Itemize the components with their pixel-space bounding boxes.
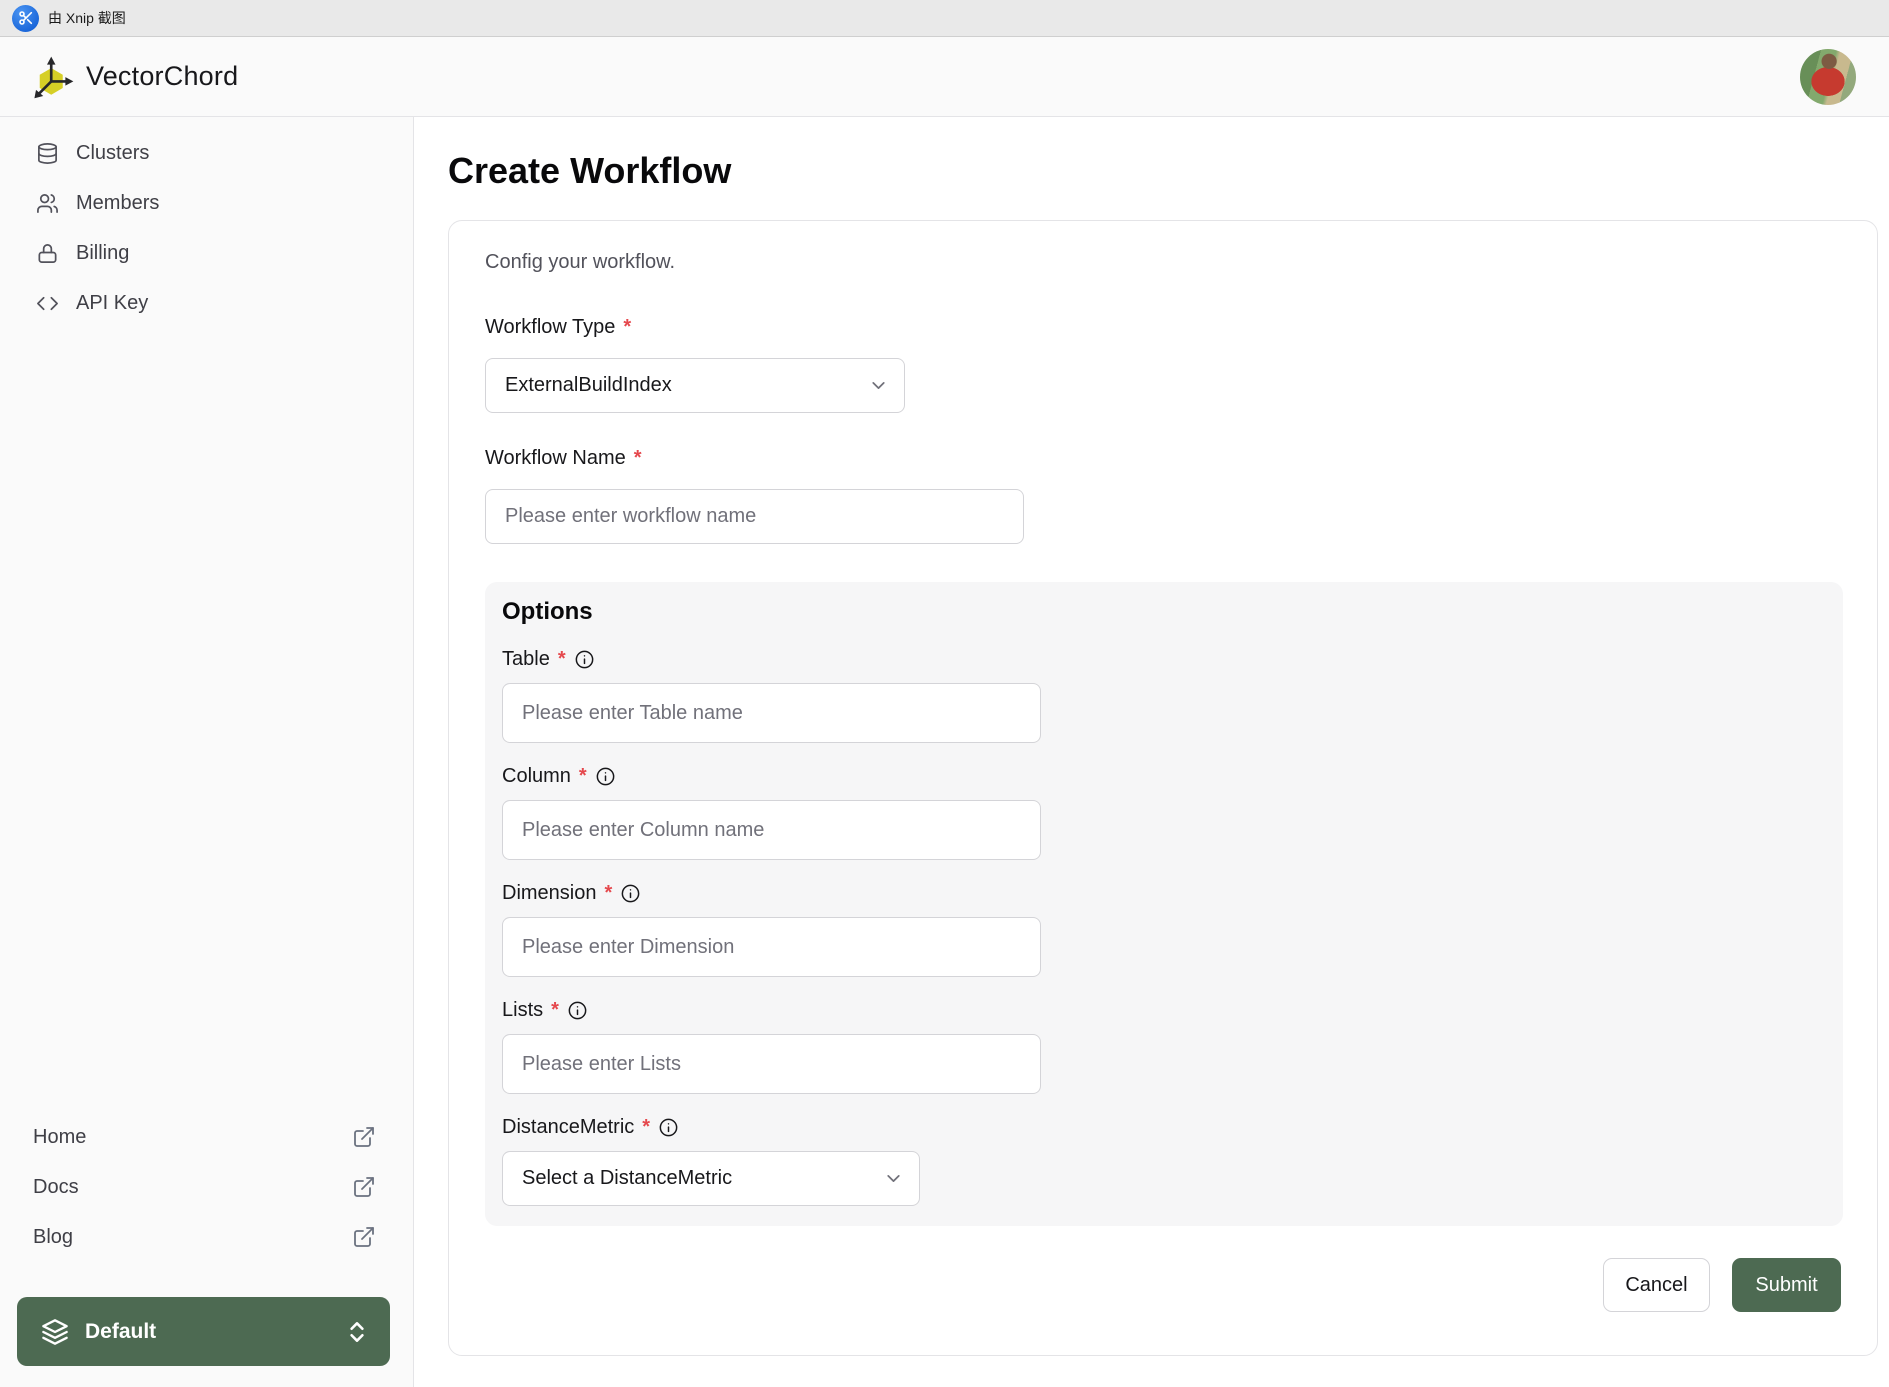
- sidebar-item-label: API Key: [76, 291, 149, 314]
- footer-link-label: Home: [33, 1125, 87, 1148]
- workflow-type-field: Workflow Type * ExternalBuildIndex: [485, 316, 1841, 413]
- project-switcher[interactable]: Default: [17, 1297, 390, 1366]
- external-link-icon: [352, 1225, 376, 1249]
- required-asterisk: *: [642, 1116, 651, 1138]
- info-icon[interactable]: [567, 1000, 588, 1021]
- brand-name: VectorChord: [86, 61, 239, 91]
- lists-input[interactable]: [502, 1034, 1041, 1094]
- footer-link-blog[interactable]: Blog: [0, 1212, 413, 1262]
- user-avatar[interactable]: [1800, 48, 1856, 105]
- vectorchord-logo-icon: [30, 52, 76, 102]
- external-link-icon: [352, 1175, 376, 1199]
- required-asterisk: *: [633, 447, 642, 469]
- sidebar-item-label: Members: [76, 191, 160, 214]
- create-workflow-card: Config your workflow. Workflow Type * Ex…: [448, 220, 1878, 1356]
- workflow-type-value: ExternalBuildIndex: [505, 374, 672, 396]
- sidebar-item-members[interactable]: Members: [0, 178, 413, 228]
- sidebar-item-label: Clusters: [76, 141, 150, 164]
- footer-link-label: Docs: [33, 1175, 79, 1198]
- card-description: Config your workflow.: [485, 251, 676, 273]
- required-asterisk: *: [604, 882, 613, 904]
- main-content: Create Workflow Config your workflow. Wo…: [414, 117, 1889, 1387]
- dimension-input[interactable]: [502, 917, 1041, 977]
- submit-button[interactable]: Submit: [1732, 1258, 1841, 1312]
- external-link-icon: [352, 1125, 376, 1149]
- sidebar: Clusters Members Billing API Key Home Do…: [0, 117, 414, 1387]
- brand: VectorChord: [30, 52, 238, 102]
- xnip-scissors-icon: [12, 4, 39, 32]
- sidebar-footer: Home Docs Blog Default: [0, 1112, 413, 1366]
- lists-field: Lists *: [502, 999, 1826, 1094]
- required-asterisk: *: [557, 648, 566, 670]
- sidebar-item-api-key[interactable]: API Key: [0, 278, 413, 328]
- chevron-down-icon: [868, 375, 889, 396]
- column-input[interactable]: [502, 800, 1041, 860]
- info-icon[interactable]: [620, 883, 641, 904]
- sidebar-item-billing[interactable]: Billing: [0, 228, 413, 278]
- lists-label: Lists *: [502, 999, 1826, 1022]
- distance-metric-field: DistanceMetric * Select a DistanceMetric: [502, 1116, 1826, 1206]
- layers-icon: [41, 1318, 69, 1346]
- info-icon[interactable]: [574, 649, 595, 670]
- xnip-bar-label: 由 Xnip 截图: [48, 10, 126, 26]
- project-switcher-label: Default: [85, 1319, 157, 1343]
- dimension-label: Dimension *: [502, 882, 1826, 905]
- footer-link-docs[interactable]: Docs: [0, 1162, 413, 1212]
- xnip-capture-bar: 由 Xnip 截图: [0, 0, 1889, 37]
- lock-icon: [36, 242, 59, 265]
- users-icon: [36, 192, 59, 215]
- column-field: Column *: [502, 765, 1826, 860]
- table-input[interactable]: [502, 683, 1041, 743]
- dimension-field: Dimension *: [502, 882, 1826, 977]
- app-header: VectorChord: [0, 37, 1889, 117]
- page-title: Create Workflow: [448, 150, 732, 191]
- info-icon[interactable]: [658, 1117, 679, 1138]
- info-icon[interactable]: [595, 766, 616, 787]
- footer-link-label: Blog: [33, 1225, 74, 1248]
- required-asterisk: *: [578, 765, 587, 787]
- sidebar-item-label: Billing: [76, 241, 130, 264]
- form-actions: Cancel Submit: [485, 1258, 1841, 1312]
- chevron-down-icon: [883, 1168, 904, 1189]
- footer-link-home[interactable]: Home: [0, 1112, 413, 1162]
- chevrons-up-down-icon: [344, 1319, 370, 1345]
- workflow-type-select[interactable]: ExternalBuildIndex: [485, 358, 905, 413]
- workflow-name-label: Workflow Name *: [485, 447, 642, 469]
- table-label: Table *: [502, 648, 1826, 671]
- database-icon: [36, 142, 59, 165]
- distance-metric-value: Select a DistanceMetric: [522, 1167, 733, 1189]
- column-label: Column *: [502, 765, 1826, 788]
- required-asterisk: *: [551, 999, 559, 1021]
- required-asterisk: *: [623, 316, 632, 338]
- sidebar-nav: Clusters Members Billing API Key: [0, 117, 413, 328]
- workflow-name-input[interactable]: [485, 489, 1024, 544]
- distance-metric-label: DistanceMetric *: [502, 1116, 1826, 1139]
- screen: 由 Xnip 截图 VectorChord Clusters Members B…: [0, 0, 1889, 1387]
- sidebar-item-clusters[interactable]: Clusters: [0, 128, 413, 178]
- distance-metric-select[interactable]: Select a DistanceMetric: [502, 1151, 920, 1206]
- workflow-type-label: Workflow Type *: [485, 316, 632, 338]
- options-section: Options Table * Column *: [485, 582, 1843, 1226]
- table-field: Table *: [502, 648, 1826, 743]
- options-title: Options: [502, 598, 593, 625]
- cancel-button[interactable]: Cancel: [1603, 1258, 1710, 1312]
- workflow-name-field: Workflow Name *: [485, 447, 1841, 544]
- code-icon: [36, 292, 59, 315]
